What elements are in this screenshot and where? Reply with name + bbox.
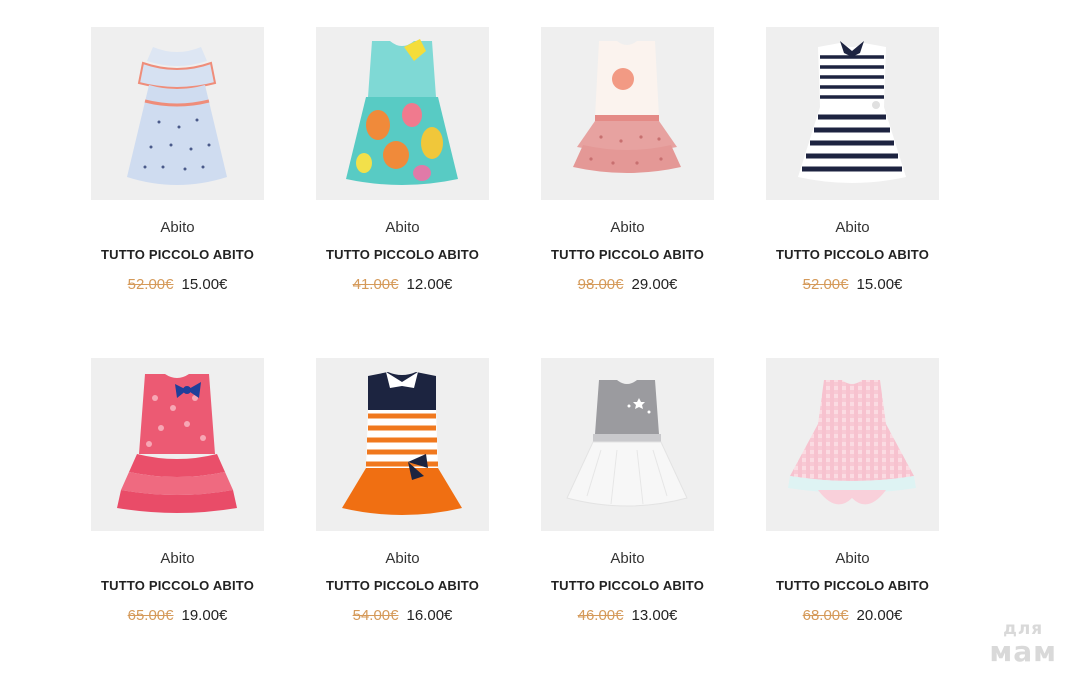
dress-illustration: [346, 39, 458, 185]
dress-illustration: [342, 372, 462, 515]
product-category: Abito: [385, 219, 420, 236]
product-title[interactable]: TUTTO PICCOLO ABITO: [101, 578, 254, 594]
old-price: 46.00€: [577, 607, 624, 624]
product-row: Abito TUTTO PICCOLO ABITO 52.00€ 15.00€: [91, 27, 939, 294]
watermark-line-2: мам: [989, 635, 1057, 668]
price-group: 52.00€ 15.00€: [803, 276, 903, 294]
product-card[interactable]: Abito TUTTO PICCOLO ABITO 68.00€ 20.00€: [766, 358, 939, 625]
product-title[interactable]: TUTTO PICCOLO ABITO: [326, 578, 479, 594]
product-image[interactable]: [91, 358, 264, 531]
product-category: Abito: [385, 550, 420, 567]
dress-illustration: [573, 41, 681, 173]
dress-illustration: [117, 374, 237, 513]
product-card[interactable]: Abito TUTTO PICCOLO ABITO 41.00€ 12.00€: [316, 27, 489, 294]
price-group: 52.00€ 15.00€: [128, 276, 228, 294]
sale-price: 15.00€: [181, 276, 228, 293]
product-row: Abito TUTTO PICCOLO ABITO 65.00€ 19.00€: [91, 358, 939, 625]
product-title[interactable]: TUTTO PICCOLO ABITO: [551, 578, 704, 594]
product-category: Abito: [835, 550, 870, 567]
old-price: 54.00€: [352, 607, 399, 624]
sale-price: 16.00€: [406, 607, 453, 624]
product-card[interactable]: Abito TUTTO PICCOLO ABITO 98.00€ 29.00€: [541, 27, 714, 294]
product-category: Abito: [610, 550, 645, 567]
old-price: 41.00€: [352, 276, 399, 293]
product-title[interactable]: TUTTO PICCOLO ABITO: [326, 247, 479, 263]
product-title[interactable]: TUTTO PICCOLO ABITO: [776, 247, 929, 263]
price-group: 98.00€ 29.00€: [578, 276, 678, 294]
product-image[interactable]: [541, 27, 714, 200]
product-image[interactable]: [766, 358, 939, 531]
price-group: 41.00€ 12.00€: [353, 276, 453, 294]
product-category: Abito: [160, 550, 195, 567]
product-title[interactable]: TUTTO PICCOLO ABITO: [776, 578, 929, 594]
product-image[interactable]: [316, 27, 489, 200]
sale-price: 29.00€: [631, 276, 678, 293]
product-card[interactable]: Abito TUTTO PICCOLO ABITO 52.00€ 15.00€: [766, 27, 939, 294]
product-image[interactable]: [91, 27, 264, 200]
price-group: 68.00€ 20.00€: [803, 607, 903, 625]
product-category: Abito: [610, 219, 645, 236]
product-grid: Abito TUTTO PICCOLO ABITO 52.00€ 15.00€: [91, 27, 939, 625]
old-price: 65.00€: [127, 607, 174, 624]
old-price: 52.00€: [802, 276, 849, 293]
dress-illustration: [127, 47, 227, 185]
sale-price: 12.00€: [406, 276, 453, 293]
product-image[interactable]: [541, 358, 714, 531]
product-card[interactable]: Abito TUTTO PICCOLO ABITO 46.00€ 13.00€: [541, 358, 714, 625]
product-card[interactable]: Abito TUTTO PICCOLO ABITO 54.00€ 16.00€: [316, 358, 489, 625]
old-price: 52.00€: [127, 276, 174, 293]
dress-illustration: [798, 41, 906, 183]
product-title[interactable]: TUTTO PICCOLO ABITO: [101, 247, 254, 263]
product-category: Abito: [835, 219, 870, 236]
price-group: 65.00€ 19.00€: [128, 607, 228, 625]
sale-price: 19.00€: [181, 607, 228, 624]
product-card[interactable]: Abito TUTTO PICCOLO ABITO 65.00€ 19.00€: [91, 358, 264, 625]
sale-price: 20.00€: [856, 607, 903, 624]
price-group: 46.00€ 13.00€: [578, 607, 678, 625]
product-title[interactable]: TUTTO PICCOLO ABITO: [551, 247, 704, 263]
old-price: 68.00€: [802, 607, 849, 624]
sale-price: 13.00€: [631, 607, 678, 624]
watermark-logo: для мам: [989, 621, 1057, 666]
sale-price: 15.00€: [856, 276, 903, 293]
dress-illustration: [566, 380, 688, 507]
product-image[interactable]: [316, 358, 489, 531]
product-card[interactable]: Abito TUTTO PICCOLO ABITO 52.00€ 15.00€: [91, 27, 264, 294]
dress-illustration: [788, 380, 916, 505]
old-price: 98.00€: [577, 276, 624, 293]
price-group: 54.00€ 16.00€: [353, 607, 453, 625]
product-image[interactable]: [766, 27, 939, 200]
product-category: Abito: [160, 219, 195, 236]
